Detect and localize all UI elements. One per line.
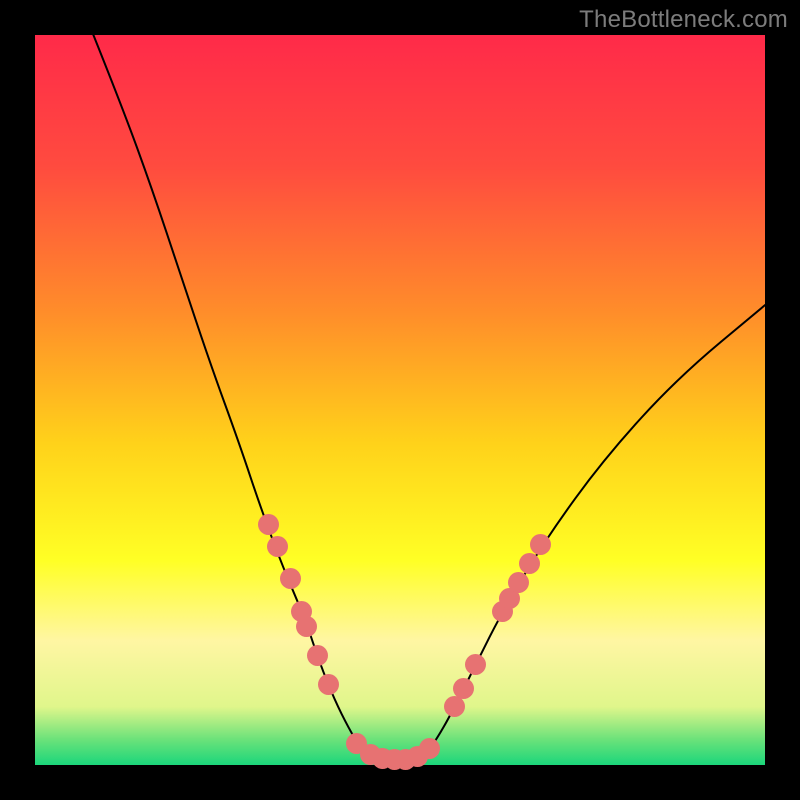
marker-dot (465, 654, 486, 675)
chart-frame: TheBottleneck.com (0, 0, 800, 800)
marker-dot (318, 674, 339, 695)
marker-dot (258, 514, 279, 535)
marker-dot (519, 553, 540, 574)
marker-dot (267, 536, 288, 557)
marker-dot (419, 738, 440, 759)
marker-dot (296, 616, 317, 637)
watermark-text: TheBottleneck.com (579, 6, 788, 34)
bottleneck-curve (35, 35, 765, 765)
plot-area (35, 35, 765, 765)
marker-dot (453, 678, 474, 699)
marker-dot (307, 645, 328, 666)
